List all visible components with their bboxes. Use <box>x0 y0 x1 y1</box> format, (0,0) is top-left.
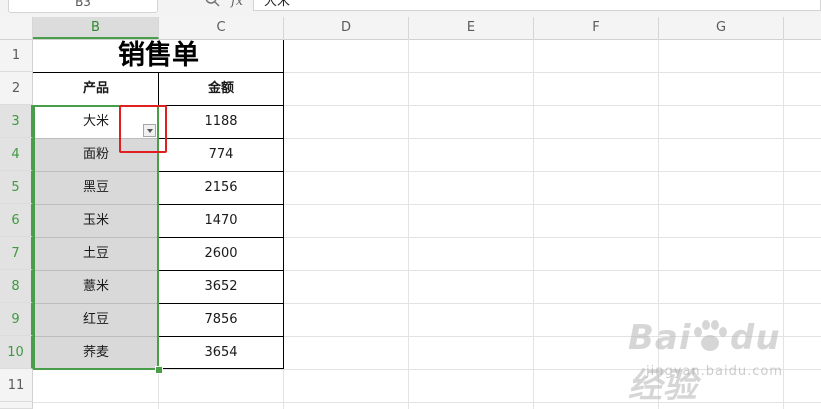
amount-cell[interactable]: 774 <box>159 139 283 171</box>
annotation-highlight-box <box>119 105 167 153</box>
table-border <box>158 171 284 172</box>
header-product[interactable]: 产品 <box>34 73 158 105</box>
grid-line <box>408 39 409 409</box>
row-header-5[interactable]: 5 <box>0 171 33 204</box>
row-header-9[interactable]: 9 <box>0 303 33 336</box>
row-header-2[interactable]: 2 <box>0 72 33 105</box>
watermark-url: jingyan.baidu.com <box>646 364 783 379</box>
amount-cell[interactable]: 3652 <box>159 271 283 303</box>
table-border <box>33 72 284 73</box>
row-header-8[interactable]: 8 <box>0 270 33 303</box>
column-header-c[interactable]: C <box>159 17 284 39</box>
table-border <box>158 303 284 304</box>
table-border <box>158 336 284 337</box>
paw-icon <box>694 320 727 351</box>
table-border <box>158 204 284 205</box>
grid-line <box>533 39 534 409</box>
header-amount[interactable]: 金额 <box>159 73 283 105</box>
fill-handle[interactable] <box>155 366 163 374</box>
column-header-b[interactable]: B <box>33 17 159 39</box>
row-header-4[interactable]: 4 <box>0 138 33 171</box>
column-header-e[interactable]: E <box>409 17 534 39</box>
row-header-3[interactable]: 3 <box>0 105 33 138</box>
table-border <box>158 270 284 271</box>
function-label[interactable]: fx <box>231 0 243 9</box>
amount-cell[interactable]: 1470 <box>159 205 283 237</box>
row-header-11[interactable]: 11 <box>0 369 33 402</box>
row-header-12[interactable] <box>0 402 33 409</box>
formula-bar: B3 fx 大米 <box>0 0 821 18</box>
amount-cell[interactable]: 2156 <box>159 172 283 204</box>
row-header-10[interactable]: 10 <box>0 336 33 369</box>
select-all-corner[interactable] <box>0 17 33 39</box>
amount-cell[interactable]: 3654 <box>159 337 283 369</box>
column-header-g[interactable]: G <box>659 17 784 39</box>
amount-cell[interactable]: 7856 <box>159 304 283 336</box>
column-header-bar: B C D E F G <box>0 17 821 40</box>
name-box[interactable]: B3 <box>8 0 158 13</box>
table-border <box>158 368 284 369</box>
column-header-f[interactable]: F <box>534 17 659 39</box>
formula-input[interactable]: 大米 <box>253 0 821 11</box>
row-header-1[interactable]: 1 <box>0 40 33 72</box>
sheet-title[interactable]: 销售单 <box>34 40 283 72</box>
search-icon[interactable] <box>202 0 224 8</box>
row-header-7[interactable]: 7 <box>0 237 33 270</box>
amount-cell[interactable]: 2600 <box>159 238 283 270</box>
amount-cell[interactable]: 1188 <box>159 106 283 138</box>
watermark: Bai du 经验 jingyan.baidu.com <box>628 318 818 406</box>
row-header-6[interactable]: 6 <box>0 204 33 237</box>
column-header-d[interactable]: D <box>284 17 409 39</box>
table-border <box>158 237 284 238</box>
table-border <box>158 138 284 139</box>
